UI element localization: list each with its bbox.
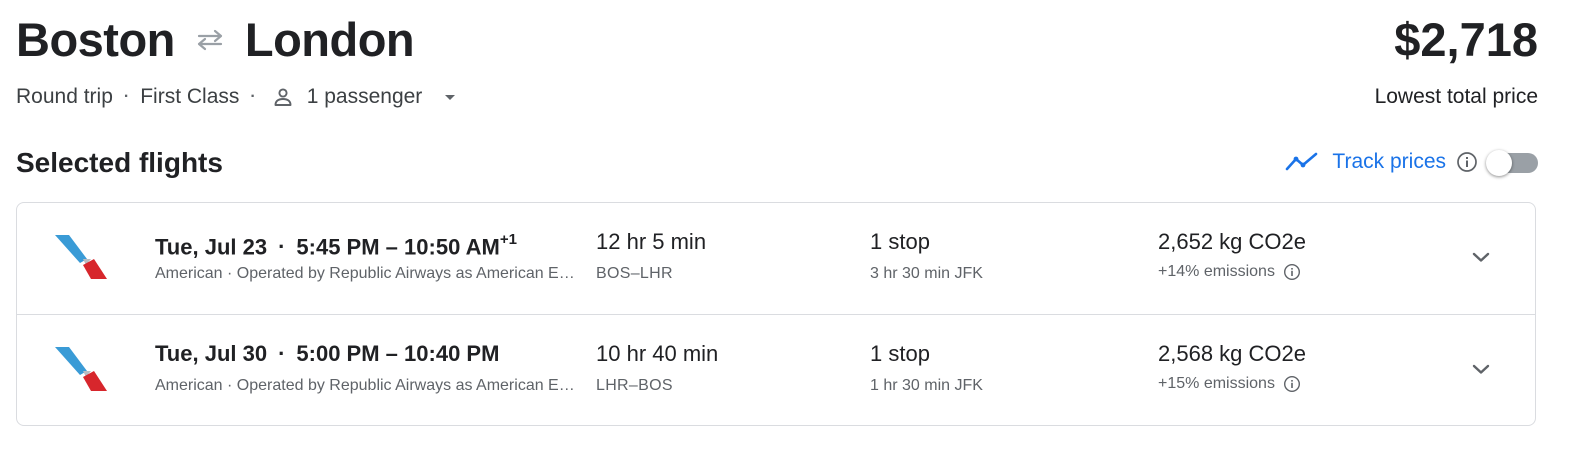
passenger-count[interactable]: 1 passenger — [307, 84, 423, 110]
separator-dot: · — [250, 88, 256, 105]
info-icon[interactable] — [1456, 151, 1478, 173]
chevron-down-icon — [1472, 252, 1490, 262]
expand-flight-button[interactable] — [1465, 241, 1497, 273]
co2-amount: 2,568 kg CO2e — [1158, 341, 1306, 366]
airline-logo — [53, 341, 109, 397]
flight-stops: 1 stop — [870, 341, 930, 366]
trip-type[interactable]: Round trip — [16, 84, 113, 110]
layover-info: 3 hr 30 min JFK — [870, 265, 983, 282]
arrive-time: 10:50 AM — [404, 234, 500, 260]
flight-stops: 1 stop — [870, 229, 930, 254]
flight-date: Tue, Jul 30 — [155, 341, 268, 366]
day-offset: +1 — [499, 231, 517, 248]
layover-info: 1 hr 30 min JFK — [870, 377, 983, 394]
flight-times: Tue, Jul 23 · 5:45 PM – 10:50 AM+1 — [155, 231, 517, 260]
flight-route: BOS–LHR — [596, 265, 673, 282]
emissions-info: +14% emissions — [1158, 261, 1301, 283]
separator-dot: · — [278, 341, 286, 366]
track-prices-toggle[interactable] — [1486, 150, 1538, 176]
airline-info: American · Operated by Republic Airways … — [155, 377, 583, 394]
airline-info: American · Operated by Republic Airways … — [155, 265, 583, 282]
emissions-delta: +14% emissions — [1158, 263, 1275, 280]
info-icon[interactable] — [1283, 375, 1301, 393]
flight-row[interactable]: Tue, Jul 23 · 5:45 PM – 10:50 AM+1 America… — [17, 203, 1535, 314]
person-icon — [271, 85, 295, 109]
cabin-class[interactable]: First Class — [140, 84, 239, 110]
origin-city: Boston — [16, 13, 175, 66]
expand-flight-button[interactable] — [1465, 353, 1497, 385]
track-prices-label[interactable]: Track prices — [1332, 150, 1446, 174]
separator-dot: · — [278, 234, 286, 260]
emissions-delta: +15% emissions — [1158, 375, 1275, 392]
flight-date: Tue, Jul 23 — [155, 234, 268, 260]
info-icon[interactable] — [1283, 263, 1301, 281]
toggle-knob — [1486, 150, 1512, 176]
co2-amount: 2,652 kg CO2e — [1158, 229, 1306, 254]
depart-time: 5:45 PM — [296, 234, 380, 260]
caret-down-icon[interactable] — [440, 87, 460, 107]
arrive-time: 10:40 PM — [404, 341, 500, 366]
flight-duration: 10 hr 40 min — [596, 341, 719, 366]
trend-line-icon — [1284, 150, 1320, 174]
depart-time: 5:00 PM — [296, 341, 380, 366]
track-prices[interactable]: Track prices — [1284, 150, 1478, 174]
section-title: Selected flights — [16, 147, 223, 178]
chevron-down-icon — [1472, 364, 1490, 374]
selected-flights-card: Tue, Jul 23 · 5:45 PM – 10:50 AM+1 America… — [16, 202, 1536, 426]
airline-logo — [53, 229, 109, 285]
trip-options: Round trip · First Class · 1 passenger — [16, 84, 460, 110]
total-price: $2,718 — [1394, 13, 1538, 66]
trip-title: Boston London — [16, 12, 415, 68]
emissions-info: +15% emissions — [1158, 373, 1301, 395]
destination-city: London — [244, 13, 415, 66]
flight-route: LHR–BOS — [596, 377, 673, 394]
swap-arrows-icon — [193, 28, 227, 52]
flight-times: Tue, Jul 30 · 5:00 PM – 10:40 PM — [155, 341, 500, 366]
separator-dot: · — [123, 88, 130, 105]
flight-row[interactable]: Tue, Jul 30 · 5:00 PM – 10:40 PM American … — [17, 314, 1535, 425]
flight-duration: 12 hr 5 min — [596, 229, 707, 254]
price-label: Lowest total price — [1374, 85, 1538, 108]
